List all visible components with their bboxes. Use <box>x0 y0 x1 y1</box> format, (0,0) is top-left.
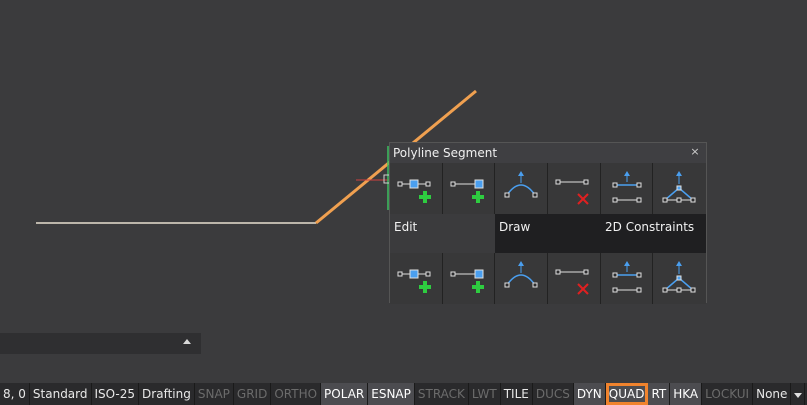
tab-draw[interactable]: Draw <box>495 214 601 253</box>
quad-tool-row-bottom <box>390 253 707 304</box>
toggle-tile[interactable]: TILE <box>501 383 533 405</box>
toggle-ducs[interactable]: DUCS <box>533 383 574 405</box>
extend-vertex-icon <box>450 269 484 293</box>
toggle-rt[interactable]: RT <box>648 383 671 405</box>
polyline-segment-quad: Polyline Segment × Edit Draw 2D Constrai… <box>389 142 707 304</box>
tab-edit[interactable]: Edit <box>390 214 495 253</box>
add-vertex-icon <box>397 269 431 293</box>
toggle-quad[interactable]: QUAD <box>605 383 649 405</box>
angle-constraint-icon <box>662 261 696 293</box>
status-bar: 8, 0 Standard ISO-25 Drafting SNAP GRID … <box>0 383 807 405</box>
remove-vertex-button[interactable] <box>548 163 601 214</box>
convert-to-arc-icon <box>504 171 538 198</box>
extend-vertex-button[interactable] <box>442 163 496 214</box>
status-dim-style[interactable]: ISO-25 <box>92 383 140 405</box>
angle-constraint-icon <box>662 171 696 203</box>
panel-title: Polyline Segment <box>390 143 706 163</box>
toggle-lockui[interactable]: LOCKUI <box>702 383 754 405</box>
toggle-hka[interactable]: HKA <box>670 383 703 405</box>
convert-to-arc-button[interactable] <box>495 253 549 304</box>
toggle-dyn[interactable]: DYN <box>573 383 606 405</box>
angle-constraint-button[interactable] <box>653 163 707 214</box>
remove-vertex-icon <box>555 179 589 205</box>
toggle-lwt[interactable]: LWT <box>469 383 501 405</box>
toggle-grid[interactable]: GRID <box>234 383 272 405</box>
status-coordinates: 8, 0 <box>0 383 30 405</box>
status-text-style[interactable]: Standard <box>30 383 92 405</box>
toggle-snap[interactable]: SNAP <box>195 383 234 405</box>
horizontal-constraint-button[interactable] <box>600 253 654 304</box>
horizontal-constraint-button[interactable] <box>600 163 654 214</box>
toggle-strack[interactable]: STRACK <box>415 383 469 405</box>
toggle-ortho[interactable]: ORTHO <box>271 383 322 405</box>
add-vertex-icon <box>397 179 431 203</box>
horizontal-constraint-icon <box>612 261 642 293</box>
extend-vertex-icon <box>450 179 484 203</box>
remove-vertex-button[interactable] <box>548 253 601 304</box>
close-icon[interactable]: × <box>690 143 700 163</box>
command-history-up-icon[interactable] <box>183 339 191 344</box>
quad-tool-row-top <box>390 163 707 214</box>
command-line[interactable] <box>0 333 201 354</box>
extend-vertex-button[interactable] <box>442 253 496 304</box>
add-vertex-button[interactable] <box>390 253 443 304</box>
convert-to-arc-button[interactable] <box>495 163 549 214</box>
quad-category-row: Edit Draw 2D Constraints <box>390 214 706 253</box>
chevron-down-icon <box>794 393 803 398</box>
toggle-polar[interactable]: POLAR <box>321 383 369 405</box>
status-workspace[interactable]: Drafting <box>139 383 195 405</box>
annotation-scale-select[interactable]: None <box>753 383 792 405</box>
angle-constraint-button[interactable] <box>653 253 707 304</box>
convert-to-arc-icon <box>504 261 538 288</box>
status-menu-button[interactable] <box>791 383 806 405</box>
toggle-esnap[interactable]: ESNAP <box>368 383 415 405</box>
horizontal-constraint-icon <box>612 171 642 203</box>
tab-2d-constraints[interactable]: 2D Constraints <box>601 214 706 253</box>
remove-vertex-icon <box>555 269 589 295</box>
add-vertex-button[interactable] <box>390 163 443 214</box>
